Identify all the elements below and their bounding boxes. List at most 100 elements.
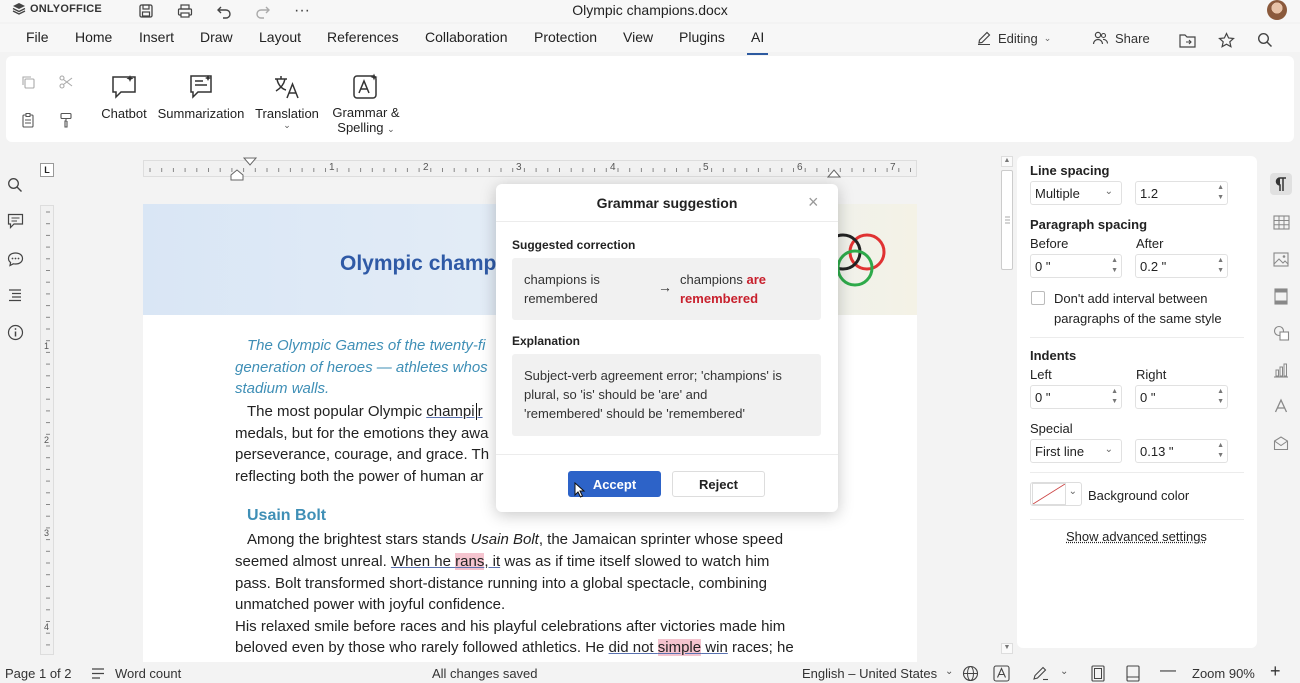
menu-references[interactable]: References (327, 29, 399, 45)
spinner-icon[interactable]: ▲ ▼ (1111, 387, 1118, 407)
flagged-text[interactable]: win (701, 639, 728, 656)
table-settings-icon[interactable] (1270, 211, 1292, 233)
summarization-button[interactable]: Summarization (156, 72, 246, 121)
open-location-icon[interactable] (1177, 30, 1197, 50)
more-icon[interactable]: ··· (292, 1, 312, 21)
background-color-picker[interactable]: ⌄ (1030, 482, 1082, 506)
paragraph-settings-panel: Line spacing Multiple ⌄ 1.2 ▲ ▼ Paragraph s… (1017, 156, 1257, 648)
chatbot-button[interactable]: Chatbot (100, 72, 148, 121)
fit-page-icon[interactable] (1091, 665, 1105, 682)
page-indicator[interactable]: Page 1 of 2 (5, 666, 72, 681)
user-avatar[interactable] (1267, 0, 1287, 20)
line-spacing-type-select[interactable]: Multiple ⌄ (1030, 181, 1122, 205)
shape-settings-icon[interactable] (1270, 322, 1292, 344)
cut-icon[interactable] (56, 72, 76, 92)
line-spacing-label: Line spacing (1030, 163, 1110, 178)
spinner-icon[interactable]: ▲ ▼ (1217, 387, 1224, 407)
chart-settings-icon[interactable] (1270, 359, 1292, 381)
header-footer-icon[interactable] (1270, 285, 1292, 307)
flagged-text[interactable]: , it (484, 553, 500, 570)
track-changes-icon[interactable] (1032, 665, 1050, 682)
spacing-before-input[interactable]: 0 " ▲ ▼ (1030, 254, 1122, 278)
indent-right-input[interactable]: 0 " ▲ ▼ (1135, 385, 1228, 409)
vruler-number: 3 (44, 528, 50, 538)
share-button[interactable]: Share (1092, 30, 1150, 46)
language-selector[interactable]: English – United States (802, 666, 937, 681)
right-indent-marker[interactable] (827, 169, 841, 178)
menu-ai[interactable]: AI (746, 29, 769, 55)
spinner-icon[interactable]: ▲ ▼ (1217, 441, 1224, 461)
zoom-out-icon[interactable]: — (1160, 662, 1176, 680)
special-indent-select[interactable]: First line ⌄ (1030, 439, 1122, 463)
ribbon: Chatbot Summarization Translation ⌄ Gram… (6, 56, 1294, 142)
menu-file[interactable]: File (26, 29, 49, 45)
image-settings-icon[interactable] (1270, 248, 1292, 270)
redo-icon[interactable] (253, 1, 273, 21)
menu-plugins[interactable]: Plugins (679, 29, 725, 45)
print-icon[interactable] (175, 1, 195, 21)
editing-mode-dropdown[interactable]: Editing ⌄ (976, 30, 1051, 46)
save-status: All changes saved (432, 666, 538, 681)
flagged-text[interactable]: did not (609, 639, 658, 656)
explanation-line: plural, so 'is' should be 'are' and (524, 387, 708, 402)
menu-layout[interactable]: Layout (259, 29, 301, 45)
about-info-icon[interactable] (5, 322, 25, 342)
menu-view[interactable]: View (623, 29, 653, 45)
save-icon[interactable] (136, 1, 156, 21)
paste-icon[interactable] (18, 110, 38, 130)
spinner-icon[interactable]: ▲ ▼ (1217, 183, 1224, 203)
menu-draw[interactable]: Draw (200, 29, 233, 45)
flagged-error-highlight[interactable]: simple (657, 639, 702, 656)
paragraph-line: beloved even by those who rarely followe… (235, 637, 794, 659)
mail-merge-icon[interactable] (1270, 432, 1292, 454)
paragraph-settings-icon[interactable] (1270, 173, 1292, 195)
show-advanced-settings-link[interactable]: Show advanced settings (1066, 529, 1207, 544)
reject-button[interactable]: Reject (672, 471, 765, 497)
scroll-up-icon[interactable]: ▲ (1001, 156, 1013, 167)
paragraph-line: reflecting both the power of human ar (235, 468, 484, 485)
left-indent-marker[interactable] (230, 169, 244, 181)
vertical-ruler[interactable]: 1 2 3 4 (40, 205, 54, 655)
zoom-level[interactable]: Zoom 90% (1192, 666, 1255, 681)
chat-icon[interactable] (5, 249, 25, 269)
special-indent-input[interactable]: 0.13 " ▲ ▼ (1135, 439, 1228, 463)
copy-icon[interactable] (18, 72, 38, 92)
undo-icon[interactable] (214, 1, 234, 21)
format-painter-icon[interactable] (56, 110, 76, 130)
scroll-thumb[interactable] (1001, 170, 1013, 270)
editing-mode-label: Editing (998, 30, 1038, 46)
corrected-text-line1: champions are (680, 272, 766, 287)
find-icon[interactable] (5, 175, 25, 195)
no-interval-checkbox[interactable] (1031, 291, 1045, 305)
spinner-icon[interactable]: ▲ ▼ (1111, 256, 1118, 276)
flagged-text[interactable]: When he (391, 553, 455, 570)
comments-icon[interactable] (5, 211, 25, 231)
menu-protection[interactable]: Protection (534, 29, 597, 45)
search-icon[interactable] (1255, 30, 1275, 50)
globe-icon[interactable] (962, 665, 979, 682)
spacing-after-input[interactable]: 0.2 " ▲ ▼ (1135, 254, 1228, 278)
line-spacing-value-input[interactable]: 1.2 ▲ ▼ (1135, 181, 1228, 205)
indent-left-input[interactable]: 0 " ▲ ▼ (1030, 385, 1122, 409)
close-icon[interactable]: × (808, 192, 819, 213)
tab-stop-selector[interactable]: L (40, 163, 54, 177)
grammar-spelling-button[interactable]: Grammar & Spelling ⌄ (326, 72, 406, 135)
flagged-error-highlight[interactable]: rans (455, 553, 485, 570)
fit-width-icon[interactable] (1126, 665, 1140, 682)
word-count-button[interactable]: Word count (115, 666, 181, 681)
ruler-number: 3 (516, 162, 522, 173)
scroll-down-icon[interactable]: ▼ (1001, 643, 1013, 654)
vertical-scrollbar[interactable]: ▲ ▼ (1000, 156, 1014, 656)
original-text-line2: remembered (524, 291, 598, 306)
spell-check-icon[interactable] (993, 665, 1011, 682)
translation-button[interactable]: Translation ⌄ (254, 72, 320, 130)
menu-home[interactable]: Home (75, 29, 112, 45)
navigation-headings-icon[interactable] (5, 285, 25, 305)
menu-collaboration[interactable]: Collaboration (425, 29, 508, 45)
zoom-in-icon[interactable]: + (1270, 661, 1281, 682)
menu-insert[interactable]: Insert (139, 29, 174, 45)
spinner-icon[interactable]: ▲ ▼ (1217, 256, 1224, 276)
text-art-icon[interactable] (1270, 395, 1292, 417)
horizontal-ruler[interactable]: 1 2 3 4 5 6 7 (143, 160, 917, 177)
favorite-star-icon[interactable] (1216, 30, 1236, 50)
